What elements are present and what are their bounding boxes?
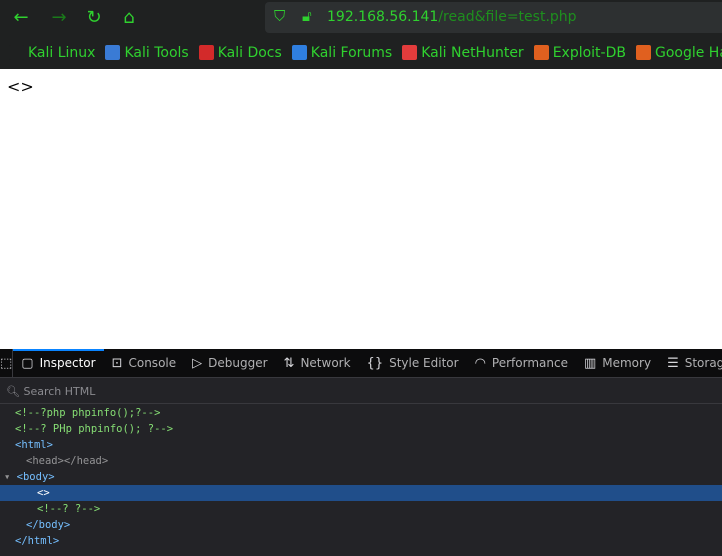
tab-label: Memory <box>602 356 652 370</box>
bookmark-favicon-icon <box>533 45 549 60</box>
tab-label: Network <box>300 356 351 370</box>
tab-label: Performance <box>491 356 568 370</box>
bookmark-label: Google Hacking DB <box>654 44 722 61</box>
node-text: <body> <box>16 471 55 483</box>
bookmark-label: Kali NetHunter <box>421 44 524 61</box>
back-button[interactable]: ← <box>9 6 33 30</box>
search-icon: 🔍︎ <box>6 385 20 398</box>
node-text: <!--? PHp phpinfo(); ?--> <box>15 423 174 435</box>
storage-icon: ☰ <box>667 355 679 371</box>
bookmark-label: Kali Linux <box>28 44 96 61</box>
home-button[interactable]: ⌂ <box>117 6 141 30</box>
tab-inspector[interactable]: ▢ Inspector <box>13 349 104 377</box>
debugger-icon: ▷ <box>192 355 203 371</box>
search-html-input[interactable]: 🔍︎ Search HTML <box>0 378 722 404</box>
bookmark-item[interactable]: Kali Docs <box>198 44 282 61</box>
markup-node[interactable]: <!--?php phpinfo();?--> <box>0 405 722 421</box>
markup-node[interactable]: </body> <box>0 517 722 533</box>
performance-icon: ◠ <box>474 355 486 371</box>
reload-button[interactable]: ↻ <box>82 6 106 30</box>
tab-label: Console <box>128 356 177 370</box>
bookmark-label: Kali Docs <box>217 44 282 61</box>
node-text: <!--?php phpinfo();?--> <box>15 407 161 419</box>
markup-node[interactable]: <!--? PHp phpinfo(); ?--> <box>0 421 722 437</box>
tab-performance[interactable]: ◠ Performance <box>467 349 576 377</box>
node-text: <html> <box>15 439 53 451</box>
tab-console[interactable]: ⊡ Console <box>104 349 185 377</box>
bookmark-favicon-icon <box>635 45 651 60</box>
devtools-tabbar: ⬚ ▢ Inspector ⊡ Console ▷ Debugger ⇅ Network {} S… <box>0 349 722 378</box>
url-path: /read&file=test.php <box>438 9 577 25</box>
bookmark-favicon-icon <box>105 45 121 60</box>
bookmark-item[interactable]: Exploit-DB <box>533 44 626 61</box>
bookmark-item[interactable]: Kali Forums <box>291 44 393 61</box>
page-content: <> <box>0 69 722 349</box>
node-text: </html> <box>15 535 60 547</box>
bookmark-favicon-icon <box>198 45 214 60</box>
insecure-lock-icon[interactable]: 🔓︎ <box>302 7 312 25</box>
markup-node[interactable]: <head></head> <box>0 453 722 469</box>
navigation-toolbar: ← → ↻ ⌂ ⛉ 🔓︎ 192.168.56.141/read&file=te… <box>0 0 722 36</box>
shield-icon[interactable]: ⛉ <box>274 7 285 25</box>
bookmark-favicon-icon <box>9 45 24 60</box>
bookmark-item[interactable]: Kali NetHunter <box>402 44 524 61</box>
network-icon: ⇅ <box>283 355 295 371</box>
node-text: </body> <box>26 519 71 531</box>
url-host: 192.168.56.141 <box>327 9 439 25</box>
bookmark-label: Kali Forums <box>310 44 393 61</box>
bookmark-item[interactable]: Kali Tools <box>105 44 189 61</box>
tab-debugger[interactable]: ▷ Debugger <box>184 349 275 377</box>
tab-style-editor[interactable]: {} Style Editor <box>359 349 467 377</box>
console-icon: ⊡ <box>111 355 123 371</box>
node-text: <head></head> <box>26 455 109 467</box>
markup-node[interactable]: <!--? ?--> <box>0 501 722 517</box>
inspector-icon: ▢ <box>21 355 34 371</box>
element-picker-button[interactable]: ⬚ <box>0 349 14 377</box>
markup-node[interactable]: <html> <box>0 437 722 453</box>
markup-node[interactable]: <> <box>0 485 722 501</box>
tab-label: Inspector <box>39 356 96 370</box>
forward-button[interactable]: → <box>47 6 71 30</box>
picker-icon: ⬚ <box>0 355 13 371</box>
bookmark-favicon-icon <box>402 45 418 60</box>
bookmarks-toolbar: Kali Linux Kali Tools Kali Docs Kali Forums… <box>0 36 722 69</box>
page-text: <> <box>7 77 34 96</box>
bookmark-favicon-icon <box>291 45 307 60</box>
style-editor-icon: {} <box>366 355 384 371</box>
bookmark-label: Kali Tools <box>124 44 189 61</box>
expand-toggle-icon[interactable]: ▾ <box>4 471 17 483</box>
tab-network[interactable]: ⇅ Network <box>276 349 359 377</box>
markup-tree: <!--?php phpinfo();?--> <!--? PHp phpinfo… <box>0 404 722 556</box>
search-placeholder: Search HTML <box>23 385 96 398</box>
tab-memory[interactable]: ▥ Memory <box>576 349 659 377</box>
url-text[interactable]: 192.168.56.141/read&file=test.php <box>327 9 577 25</box>
bookmark-item[interactable]: Google Hacking DB <box>635 44 722 61</box>
markup-node[interactable]: </html> <box>0 533 722 549</box>
tab-storage[interactable]: ☰ Storage <box>659 349 722 377</box>
tab-label: Style Editor <box>389 356 459 370</box>
bookmark-item[interactable]: Kali Linux <box>9 45 95 61</box>
bookmark-label: Exploit-DB <box>552 44 626 61</box>
url-bar[interactable]: ⛉ 🔓︎ 192.168.56.141/read&file=test.php <box>265 2 722 33</box>
node-text: <> <box>37 487 50 499</box>
tab-label: Storage <box>684 356 722 370</box>
tab-label: Debugger <box>208 356 268 370</box>
memory-icon: ▥ <box>583 355 597 371</box>
node-text: <!--? ?--> <box>37 503 101 515</box>
markup-node[interactable]: ▾ <body> <box>0 469 722 485</box>
